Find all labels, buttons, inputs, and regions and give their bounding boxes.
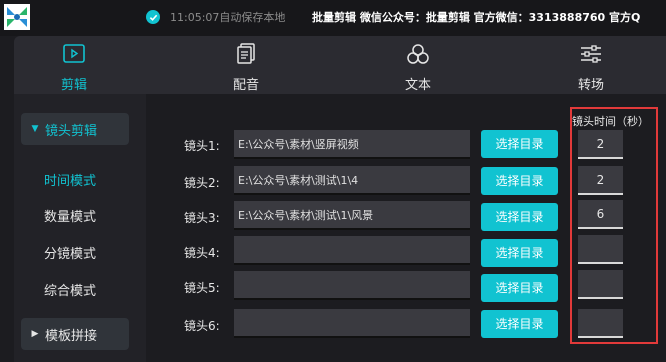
shot-path-field[interactable]: E:\公众号\素材\测试\1\4 <box>234 166 470 195</box>
tab-edit-label: 剪辑 <box>60 78 87 93</box>
tab-transition[interactable]: 转场 <box>531 36 651 94</box>
select-folder-button[interactable]: 选择目录 <box>481 310 558 338</box>
app-logo-icon <box>4 4 30 30</box>
title-bar: 11:05:07自动保存本地 批量剪辑 微信公众号：批量剪辑 官方微信：3313… <box>0 0 666 36</box>
sidebar-group-shot-edit-label: 镜头剪辑 <box>45 123 98 139</box>
triangle-right-icon: ▶ <box>31 329 39 339</box>
sidebar-item-combined-mode[interactable]: 综合模式 <box>44 280 96 299</box>
shot-label: 镜头1: <box>184 139 220 153</box>
shot-path-field[interactable]: E:\公众号\素材\竖屏视频 <box>234 130 470 159</box>
tab-dubbing-label: 配音 <box>232 78 259 93</box>
select-folder-button[interactable]: 选择目录 <box>481 274 558 302</box>
sidebar-group-template[interactable]: ▶ 模板拼接 <box>21 318 129 350</box>
sidebar-item-count-mode[interactable]: 数量模式 <box>44 206 96 225</box>
copy-document-icon <box>237 43 255 64</box>
shot-label: 镜头5: <box>184 281 220 295</box>
tab-transition-label: 转场 <box>577 78 604 93</box>
tab-edit[interactable]: 剪辑 <box>14 36 134 94</box>
tab-dubbing[interactable]: 配音 <box>186 36 306 94</box>
triangle-down-icon: ▼ <box>31 124 39 134</box>
shot-path-field[interactable] <box>234 271 470 300</box>
select-folder-button[interactable]: 选择目录 <box>481 239 558 267</box>
autosave-text: 11:05:07自动保存本地 <box>170 11 286 24</box>
top-tab-bar: 剪辑 配音 文本 转场 <box>14 36 666 94</box>
sidebar-item-storyboard-mode[interactable]: 分镜模式 <box>44 243 96 262</box>
brand-info-text: 批量剪辑 微信公众号：批量剪辑 官方微信：3313888760 官方Q <box>312 11 641 24</box>
duration-column-highlight <box>570 107 658 344</box>
shot-label: 镜头3: <box>184 211 220 225</box>
check-circle-icon <box>146 10 160 24</box>
shot-path-field[interactable] <box>234 309 470 338</box>
shot-path-field[interactable] <box>234 236 470 265</box>
circles-icon <box>407 44 429 64</box>
select-folder-button[interactable]: 选择目录 <box>481 130 558 158</box>
app-window: 11:05:07自动保存本地 批量剪辑 微信公众号：批量剪辑 官方微信：3313… <box>0 0 666 362</box>
play-box-icon <box>63 44 85 63</box>
shot-label: 镜头4: <box>184 246 220 260</box>
sliders-icon <box>581 45 601 63</box>
tab-text-label: 文本 <box>404 78 431 93</box>
sidebar-item-time-mode[interactable]: 时间模式 <box>44 170 96 189</box>
tab-text[interactable]: 文本 <box>358 36 478 94</box>
sidebar-group-template-label: 模板拼接 <box>45 328 98 344</box>
shot-path-field[interactable]: E:\公众号\素材\测试\1\风景 <box>234 201 470 230</box>
shot-label: 镜头2: <box>184 176 220 190</box>
select-folder-button[interactable]: 选择目录 <box>481 203 558 231</box>
sidebar-group-shot-edit[interactable]: ▼ 镜头剪辑 <box>21 113 129 145</box>
shot-label: 镜头6: <box>184 319 220 333</box>
autosave-status: 11:05:07自动保存本地 <box>146 9 285 25</box>
select-folder-button[interactable]: 选择目录 <box>481 167 558 195</box>
